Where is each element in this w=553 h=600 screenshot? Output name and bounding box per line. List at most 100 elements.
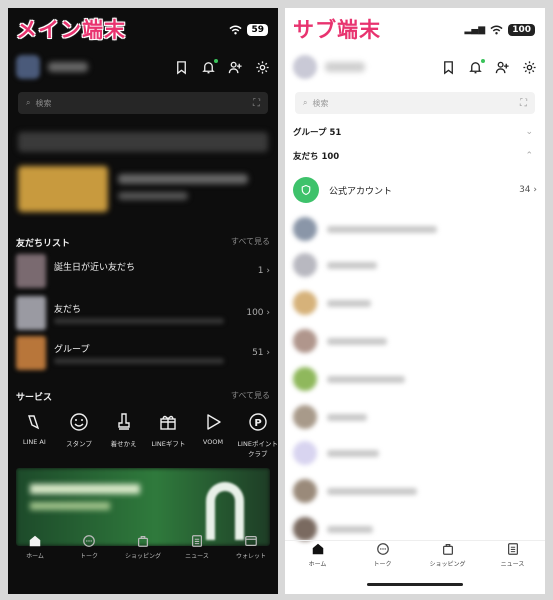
groups-section-label: グループ 51 [293, 128, 342, 138]
official-accounts-label: 公式アカウント [329, 186, 393, 197]
add-friend-icon[interactable] [228, 60, 243, 75]
blurred-promo-card[interactable] [18, 166, 108, 212]
official-accounts-row[interactable]: 公式アカウント 34 › [293, 176, 537, 204]
search-input[interactable]: ⌕ 検索 ⛶ [295, 92, 535, 114]
friends-row-label: グループ [54, 345, 90, 355]
bookmark-icon[interactable] [174, 60, 189, 75]
battery-indicator: 59 [247, 24, 268, 36]
tab-news[interactable]: ニュース [489, 542, 537, 568]
friends-row-count: 100 › [246, 308, 270, 318]
wifi-icon [490, 25, 503, 35]
services-row: LINE AI スタンプ 着せかえ LINEギフト VOOM P LINEポイン… [14, 412, 278, 458]
official-accounts-count: 34 › [519, 185, 537, 195]
service-line-ai[interactable]: LINE AI [14, 412, 55, 458]
friends-list-see-all[interactable]: すべて見る [231, 236, 270, 249]
profile-avatar[interactable] [16, 55, 40, 79]
friends-section-label: 友だち 100 [293, 152, 340, 162]
tab-bar-divider [285, 540, 545, 541]
chevron-up-icon: ⌃ [525, 151, 533, 161]
tab-home[interactable]: ホーム [294, 542, 342, 568]
friends-row-count: 51 › [252, 348, 270, 358]
list-item[interactable] [293, 328, 535, 354]
bottom-tab-bar: ホーム トーク ショッピング ニュース ウォレット [8, 534, 278, 570]
service-points[interactable]: P LINEポイントクラブ [237, 412, 278, 458]
service-theme[interactable]: 着せかえ [103, 412, 144, 458]
status-bar: 59 [229, 24, 268, 36]
friends-thumb [16, 296, 46, 330]
qr-scan-icon[interactable]: ⛶ [253, 98, 260, 109]
list-item[interactable] [293, 366, 535, 392]
settings-gear-icon[interactable] [255, 60, 270, 75]
tab-talk[interactable]: トーク [359, 542, 407, 568]
friends-list-title: 友だちリスト [16, 239, 71, 249]
list-item[interactable] [293, 216, 535, 242]
blurred-notice-row[interactable] [18, 132, 268, 152]
list-item[interactable] [293, 252, 535, 278]
voom-icon [207, 414, 221, 430]
friends-section-header[interactable]: 友だち 100 ⌃ [293, 150, 533, 162]
tab-talk[interactable]: トーク [65, 534, 113, 560]
search-placeholder: 検索 [35, 98, 52, 108]
add-friend-icon[interactable] [495, 60, 510, 75]
notification-dot [214, 58, 218, 63]
profile-header [293, 54, 537, 80]
friends-row-groups[interactable]: グループ 51 › [16, 336, 270, 372]
search-input[interactable]: ⌕ 検索 ⛶ [18, 92, 268, 114]
friends-row-label: 誕生日が近い友だち [54, 263, 136, 273]
status-bar: ▂▄▆ 100 [464, 24, 535, 36]
notification-bell-icon[interactable] [201, 58, 218, 75]
points-icon: P [248, 413, 267, 431]
gift-icon [160, 415, 177, 430]
shield-icon [293, 177, 319, 203]
line-ai-icon [28, 415, 40, 430]
service-stamp[interactable]: スタンプ [59, 412, 100, 458]
blurred-friend-names [54, 318, 224, 324]
chevron-down-icon: ⌄ [525, 127, 533, 137]
friends-row-count: 1 › [257, 266, 270, 276]
search-icon: ⌕ [26, 98, 31, 107]
service-voom[interactable]: VOOM [193, 412, 234, 458]
list-item[interactable] [293, 478, 535, 504]
tab-shopping[interactable]: ショッピング [424, 542, 472, 568]
signal-icon: ▂▄▆ [464, 25, 486, 35]
groups-section-header[interactable]: グループ 51 ⌄ [293, 126, 533, 138]
profile-header [16, 54, 270, 80]
battery-indicator: 100 [508, 24, 535, 36]
list-item[interactable] [293, 404, 535, 430]
wallet-icon [245, 536, 257, 546]
qr-scan-icon[interactable]: ⛶ [520, 98, 527, 109]
bookmark-icon[interactable] [441, 60, 456, 75]
services-title: サービス [16, 393, 53, 403]
settings-gear-icon[interactable] [522, 60, 537, 75]
groups-thumb [16, 336, 46, 370]
sticker-icon [70, 413, 88, 431]
services-see-all[interactable]: すべて見る [231, 390, 270, 403]
friends-row-birthday[interactable]: 誕生日が近い友だち 1 › [16, 254, 270, 290]
friends-row-label: 友だち [54, 305, 82, 315]
profile-name[interactable] [325, 62, 365, 72]
tab-shopping[interactable]: ショッピング [119, 534, 167, 560]
chat-icon [83, 535, 95, 547]
news-icon [507, 543, 518, 555]
profile-name[interactable] [48, 62, 88, 72]
list-item[interactable] [293, 440, 535, 466]
tab-wallet[interactable]: ウォレット [227, 534, 275, 560]
blurred-promo-text [118, 174, 248, 184]
service-gift[interactable]: LINEギフト [148, 412, 189, 458]
list-item[interactable] [293, 516, 535, 542]
tab-news[interactable]: ニュース [173, 534, 221, 560]
tab-home[interactable]: ホーム [11, 534, 59, 560]
profile-avatar[interactable] [293, 55, 317, 79]
theme-icon [117, 413, 130, 430]
news-icon [192, 535, 202, 547]
main-device-caption: メイン端末 [16, 18, 126, 42]
home-indicator [367, 583, 463, 586]
friends-row-friends[interactable]: 友だち 100 › [16, 296, 270, 332]
home-icon [312, 543, 323, 555]
list-item[interactable] [293, 290, 535, 316]
home-icon [29, 535, 41, 547]
notification-bell-icon[interactable] [468, 58, 485, 75]
blurred-promo-subtext [118, 192, 188, 200]
main-device-screen: メイン端末 59 ⌕ 検索 ⛶ 友だちリスト すべて見る 誕生日が近い友だち 1… [8, 8, 278, 594]
svg-text:P: P [254, 418, 261, 429]
